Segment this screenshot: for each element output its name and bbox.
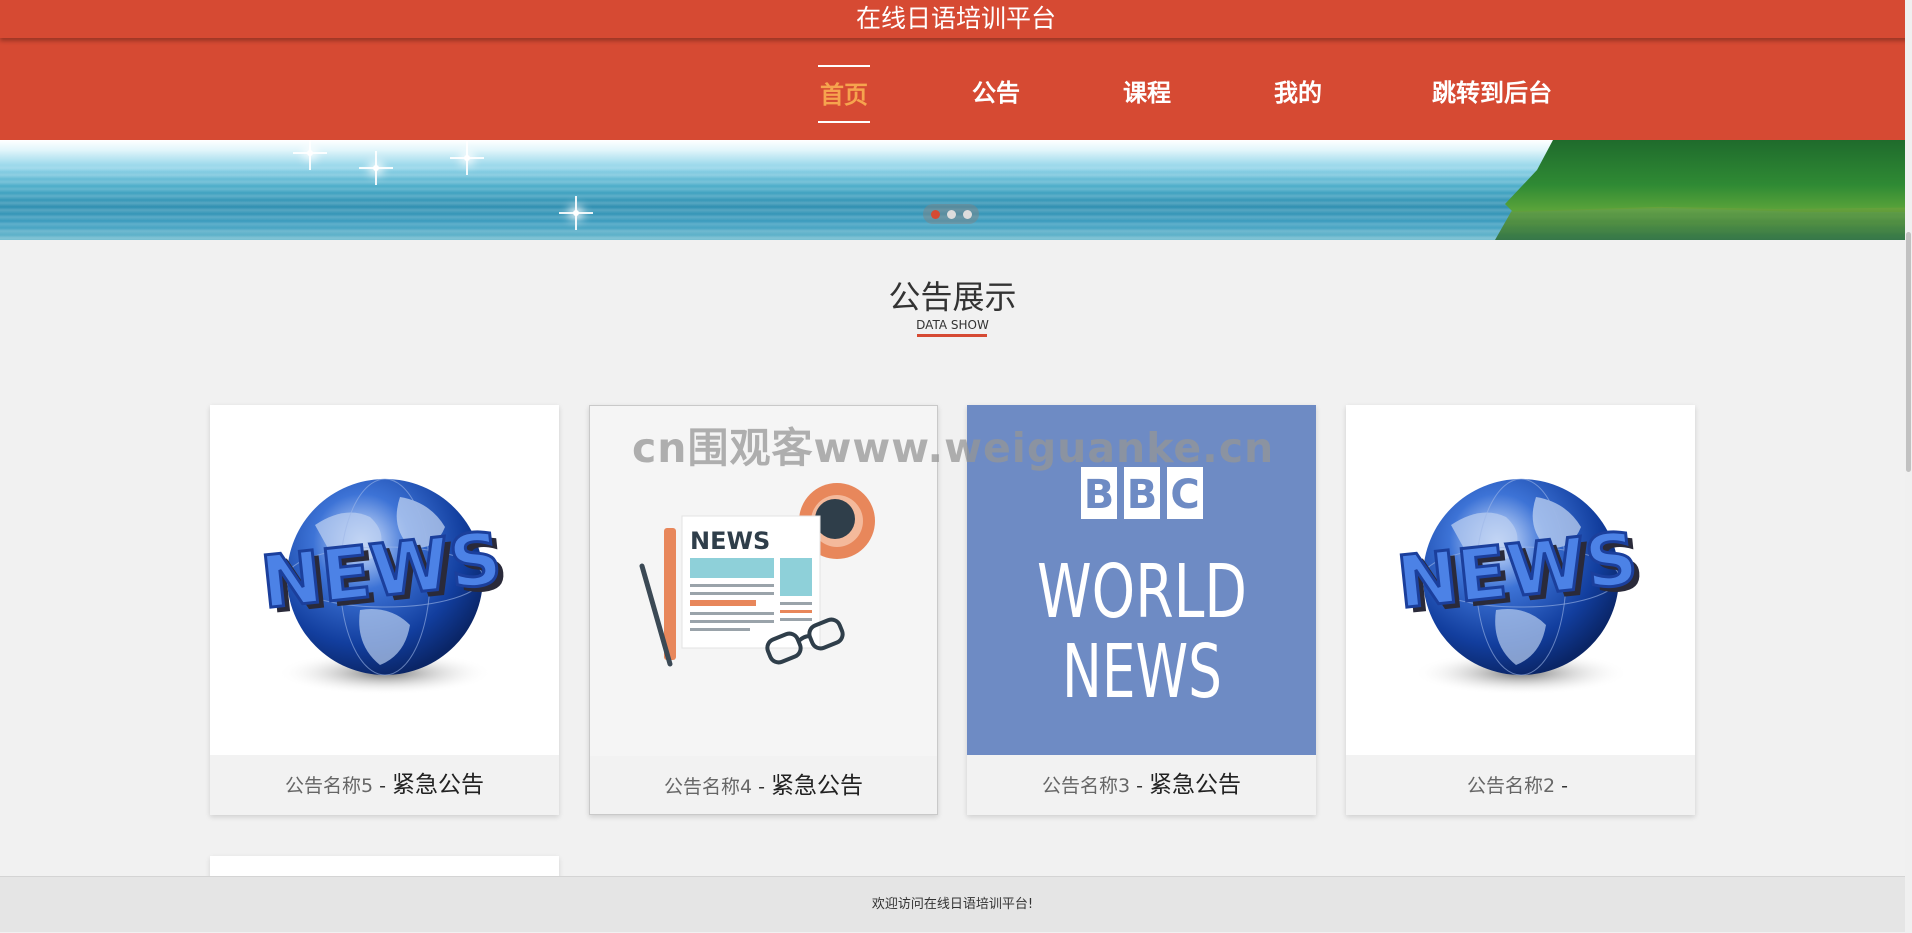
site-title: 在线日语培训平台 [855, 4, 1056, 33]
section-subtitle: DATA SHOW [916, 318, 989, 332]
carousel-indicators [923, 204, 979, 224]
nav-mine[interactable]: 我的 [1270, 65, 1326, 123]
notice-card[interactable]: NEWS 公告名称4- 紧急公告 [589, 405, 938, 815]
notice-name: 公告名称3 [1042, 775, 1131, 797]
caption-separator: - [1136, 775, 1143, 797]
bbc-letter-c: C [1170, 472, 1199, 518]
card-caption: 公告名称2- [1346, 755, 1695, 815]
card-caption: 公告名称4- 紧急公告 [590, 756, 937, 816]
notice-card[interactable]: B B C WORLD NEWS 公告名称3- 紧急公告 [967, 405, 1316, 815]
caption-separator: - [379, 775, 386, 797]
card-caption: 公告名称3- 紧急公告 [967, 755, 1316, 815]
bbc-letter-b: B [1127, 472, 1158, 518]
notice-name: 公告名称4 [664, 776, 753, 798]
sparkle-icon [293, 140, 327, 170]
carousel-dot-1[interactable] [931, 210, 940, 219]
footer-text: 欢迎访问在线日语培训平台! [871, 897, 1034, 912]
nav-course[interactable]: 课程 [1119, 65, 1175, 123]
site-title-bar: 在线日语培训平台 [0, 0, 1912, 38]
newspaper-headline: NEWS [690, 527, 770, 555]
section-underline [917, 334, 987, 337]
bbc-world-news-image: B B C WORLD NEWS [967, 405, 1316, 755]
bbc-news-text: NEWS [1062, 629, 1222, 715]
card-caption: 公告名称5- 紧急公告 [210, 755, 559, 815]
notice-type: 紧急公告 [1148, 772, 1241, 798]
banner-carousel[interactable] [0, 140, 1905, 240]
footer: 欢迎访问在线日语培训平台! [0, 876, 1905, 932]
nav-admin[interactable]: 跳转到后台 [1421, 65, 1563, 123]
scrollbar-thumb[interactable] [1906, 232, 1911, 472]
notice-name: 公告名称5 [285, 775, 374, 797]
sparkle-icon [450, 141, 484, 175]
notice-card[interactable]: NEWS NEWS 公告名称5- 紧急公告 [210, 405, 559, 815]
page-scrollbar[interactable] [1905, 0, 1912, 932]
bbc-letter-b: B [1084, 472, 1115, 518]
nav-home[interactable]: 首页 [818, 65, 870, 123]
sparkle-icon [559, 196, 593, 230]
carousel-dot-3[interactable] [963, 210, 972, 219]
sparkle-icon [359, 151, 393, 185]
section-title: 公告展示 [888, 278, 1017, 316]
notice-name: 公告名称2 [1467, 775, 1556, 797]
caption-separator: - [758, 776, 765, 798]
notice-type: 紧急公告 [770, 773, 863, 799]
notice-type: 紧急公告 [391, 772, 484, 798]
notice-card[interactable]: NEWS NEWS 公告名称2- [1346, 405, 1695, 815]
news-globe-image: NEWS NEWS [210, 405, 559, 755]
carousel-dot-2[interactable] [947, 210, 956, 219]
main-nav: 首页 公告 课程 我的 跳转到后台 [0, 38, 1912, 140]
newspaper-coffee-image: NEWS [590, 406, 937, 756]
nav-notice[interactable]: 公告 [968, 65, 1024, 123]
bbc-world-text: WORLD [1037, 549, 1247, 635]
news-globe-image: NEWS NEWS [1346, 405, 1695, 755]
caption-separator: - [1561, 775, 1568, 797]
